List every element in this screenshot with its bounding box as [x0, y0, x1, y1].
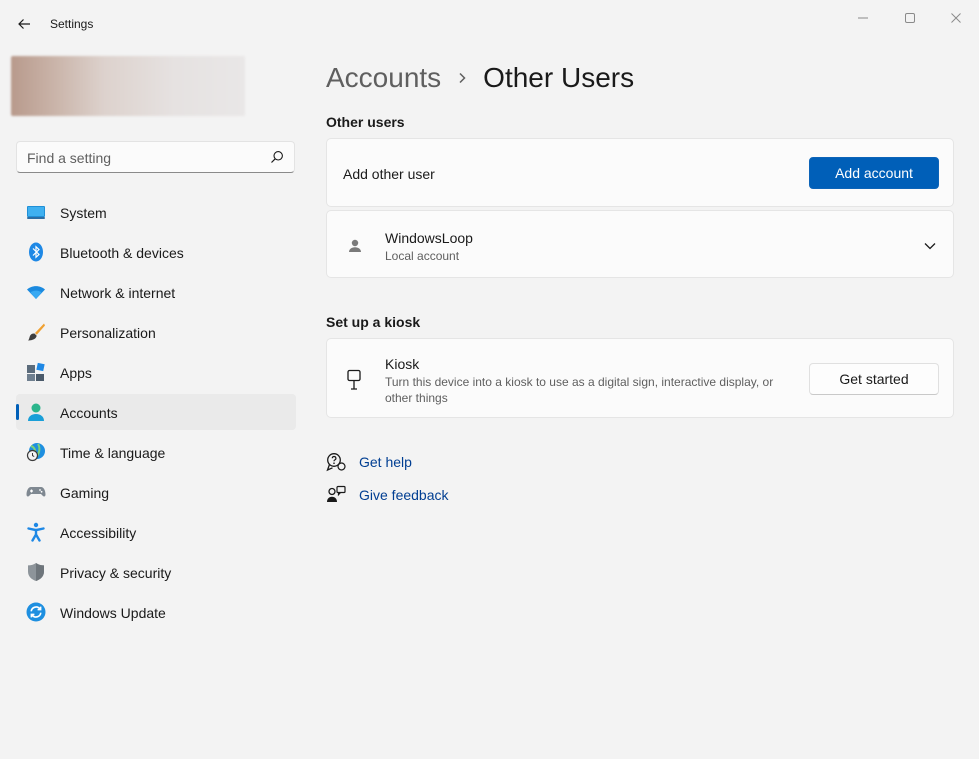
sidebar-item-label: Windows Update [60, 605, 166, 621]
update-icon [26, 602, 46, 622]
sidebar-item-label: Accessibility [60, 525, 137, 541]
accessibility-icon [26, 522, 46, 542]
section-heading-other-users: Other users [326, 114, 405, 130]
breadcrumb: Accounts Other Users [326, 58, 634, 98]
shield-icon [26, 562, 46, 582]
apps-icon [26, 362, 46, 382]
add-other-user-label: Add other user [343, 166, 435, 182]
close-icon [951, 13, 961, 23]
sidebar-item-privacy-security[interactable]: Privacy & security [16, 554, 296, 590]
sidebar-item-label: Time & language [60, 445, 166, 461]
sidebar-item-label: Gaming [60, 485, 110, 501]
search-icon[interactable] [270, 150, 284, 164]
kiosk-description-line2: other things [385, 391, 448, 405]
sidebar-item-label: Apps [60, 365, 92, 381]
gamepad-icon [26, 482, 46, 502]
minimize-icon [858, 17, 868, 19]
person-icon [345, 236, 365, 256]
chevron-right-icon [457, 72, 467, 84]
sidebar-item-time-language[interactable]: Time & language [16, 434, 296, 470]
sidebar-item-accessibility[interactable]: Accessibility [16, 514, 296, 550]
app-title: Settings [50, 17, 94, 31]
title-bar: Settings [0, 0, 979, 48]
help-icon [326, 452, 346, 472]
back-arrow-icon [18, 19, 30, 29]
sidebar-nav: System Bluetooth & devices Network & int… [16, 194, 296, 634]
give-feedback-link[interactable]: Give feedback [326, 483, 449, 507]
kiosk-description-line1: Turn this device into a kiosk to use as … [385, 375, 774, 389]
accounts-icon [26, 402, 46, 422]
user-card-windowsloop[interactable]: WindowsLoop Local account [326, 210, 954, 278]
profile-card[interactable] [11, 56, 245, 116]
kiosk-icon [345, 369, 365, 391]
system-icon [26, 202, 46, 222]
sidebar-item-label: System [60, 205, 107, 221]
search-input[interactable] [27, 148, 257, 168]
get-help-link[interactable]: Get help [326, 450, 412, 474]
feedback-icon [326, 485, 346, 505]
maximize-icon [905, 13, 915, 23]
sidebar-item-label: Privacy & security [60, 565, 172, 581]
bluetooth-icon [26, 242, 46, 262]
breadcrumb-parent[interactable]: Accounts [326, 62, 441, 94]
chevron-down-icon[interactable] [923, 239, 937, 251]
kiosk-title: Kiosk [385, 356, 420, 372]
maximize-button[interactable] [887, 4, 933, 32]
sidebar-item-network[interactable]: Network & internet [16, 274, 296, 310]
sidebar-item-label: Network & internet [60, 285, 176, 301]
sidebar-item-personalization[interactable]: Personalization [16, 314, 296, 350]
user-name: WindowsLoop [385, 230, 473, 246]
wifi-icon [26, 282, 46, 302]
sidebar-item-windows-update[interactable]: Windows Update [16, 594, 296, 630]
page-title: Other Users [483, 62, 635, 93]
add-other-user-card: Add other user Add account [326, 138, 954, 207]
sidebar-item-system[interactable]: System [16, 194, 296, 230]
give-feedback-text[interactable]: Give feedback [359, 487, 449, 503]
get-help-text[interactable]: Get help [359, 454, 412, 470]
get-started-button[interactable]: Get started [809, 363, 939, 395]
minimize-button[interactable] [840, 4, 886, 32]
back-button[interactable] [10, 10, 38, 38]
add-account-button[interactable]: Add account [809, 157, 939, 189]
paintbrush-icon [26, 322, 46, 342]
kiosk-card: Kiosk Turn this device into a kiosk to u… [326, 338, 954, 418]
sidebar-item-label: Bluetooth & devices [60, 245, 184, 261]
sidebar-item-label: Personalization [60, 325, 156, 341]
sidebar-item-bluetooth[interactable]: Bluetooth & devices [16, 234, 296, 270]
sidebar-item-apps[interactable]: Apps [16, 354, 296, 390]
section-heading-kiosk: Set up a kiosk [326, 314, 421, 330]
user-account-type: Local account [385, 249, 460, 263]
search-box[interactable] [16, 141, 295, 173]
sidebar-item-accounts[interactable]: Accounts [16, 394, 296, 430]
close-button[interactable] [933, 4, 979, 32]
sidebar-item-label: Accounts [60, 405, 118, 421]
time-language-icon [26, 442, 46, 462]
sidebar-item-gaming[interactable]: Gaming [16, 474, 296, 510]
